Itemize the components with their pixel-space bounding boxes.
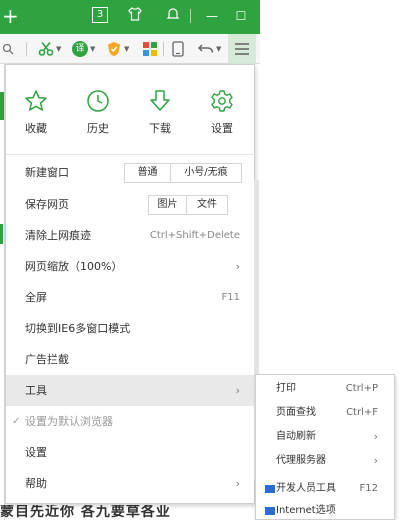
save-page-label: 保存网页 (25, 198, 69, 211)
new-window-normal-button[interactable]: 普通 (125, 164, 171, 182)
save-page-options: 图片 文件 (148, 195, 228, 215)
menu-item-fullscreen[interactable]: 全屏 F11 (6, 282, 254, 313)
translate-button[interactable]: 译 ▼ (72, 39, 95, 59)
chevron-right-icon: › (235, 260, 240, 273)
clear-traces-label: 清除上网痕迹 (25, 229, 91, 242)
new-tab-button[interactable]: + (2, 4, 19, 28)
caret-icon: ▼ (124, 45, 130, 53)
minimize-button[interactable]: — (203, 7, 221, 25)
caret-icon: ▼ (216, 45, 222, 53)
gear-icon (211, 90, 233, 112)
fullscreen-shortcut: F11 (221, 292, 240, 303)
proxy-label: 代理服务器 (276, 455, 326, 466)
menu-item-zoom[interactable]: 网页缩放（100%） › (6, 251, 254, 282)
tab-count-badge[interactable]: 3 (92, 7, 108, 23)
favorites-label: 收藏 (25, 122, 47, 135)
save-as-image-button[interactable]: 图片 (149, 196, 187, 214)
auto-refresh-label: 自动刷新 (276, 431, 316, 442)
magnifier-icon[interactable] (2, 39, 14, 59)
menu-item-ie6-mode[interactable]: 切换到IE6多窗口模式 (6, 313, 254, 344)
settings-label: 设置 (25, 446, 47, 459)
translate-icon: 译 (72, 41, 88, 57)
caret-icon: ▼ (56, 45, 62, 53)
quick-actions: 收藏 历史 下载 设置 (6, 65, 254, 155)
caret-icon: ▼ (90, 45, 96, 53)
chevron-right-icon: › (235, 384, 240, 397)
restore-button[interactable]: ☐ (232, 7, 250, 25)
devtools-label: 开发人员工具 (276, 483, 336, 494)
tools-submenu: 打印 Ctrl+P 页面查找 Ctrl+F 自动刷新 › 代理服务器 › 开发人… (255, 374, 395, 520)
menu-item-ad-block[interactable]: 广告拦截 (6, 344, 254, 375)
apps-grid-icon[interactable] (143, 39, 157, 59)
new-window-label: 新建窗口 (25, 166, 69, 179)
find-label: 页面查找 (276, 407, 316, 418)
history-label: 历史 (87, 122, 109, 135)
ie6-mode-label: 切换到IE6多窗口模式 (25, 322, 131, 335)
default-browser-label: 设置为默认浏览器 (25, 415, 113, 428)
shirt-icon[interactable] (126, 7, 144, 25)
scissors-icon[interactable]: ▼ (38, 39, 61, 59)
settings-quick-button[interactable]: 设置 (197, 89, 247, 136)
titlebar-separator (190, 9, 191, 23)
downloads-label: 下载 (149, 122, 171, 135)
submenu-item-internet-options[interactable]: Internet选项 (256, 499, 394, 520)
checkmark-icon: ✓ (12, 416, 21, 427)
hamburger-icon[interactable] (228, 34, 256, 64)
title-bar: + 3 — ☐ (0, 0, 260, 34)
clock-icon (87, 90, 109, 112)
star-icon (25, 90, 47, 111)
fullscreen-label: 全屏 (25, 291, 47, 304)
undo-icon[interactable]: ▼ (198, 39, 221, 59)
submenu-item-find[interactable]: 页面查找 Ctrl+F (256, 401, 394, 425)
downloads-button[interactable]: 下载 (135, 89, 185, 136)
new-window-options: 普通 小号/无痕 (124, 163, 242, 183)
toolbar-separator (163, 42, 164, 56)
print-label: 打印 (276, 383, 296, 394)
submenu-item-auto-refresh[interactable]: 自动刷新 › (256, 425, 394, 449)
ad-block-label: 广告拦截 (25, 353, 69, 366)
ie-icon (265, 507, 275, 515)
download-arrow-icon (150, 90, 170, 111)
page-accent-bar (0, 224, 3, 244)
devtools-icon (265, 485, 275, 493)
browser-toolbar: ▼ 译 ▼ ▼ ▼ (0, 34, 260, 64)
submenu-item-devtools[interactable]: 开发人员工具 F12 (256, 477, 394, 501)
history-button[interactable]: 历史 (73, 89, 123, 136)
save-as-file-button[interactable]: 文件 (187, 196, 227, 214)
menu-item-new-window: 新建窗口 普通 小号/无痕 (6, 157, 254, 188)
menu-item-clear-traces[interactable]: 清除上网痕迹 Ctrl+Shift+Delete (6, 220, 254, 251)
menu-item-tools[interactable]: 工具 › (6, 375, 254, 406)
browser-main-menu: 收藏 历史 下载 设置 新建窗口 普通 小号/无痕 保存网页 图片 文件 清除上… (5, 64, 255, 504)
page-accent-bar (0, 92, 4, 120)
chevron-right-icon: › (373, 454, 378, 467)
devtools-shortcut: F12 (359, 483, 378, 494)
submenu-item-proxy[interactable]: 代理服务器 › (256, 449, 394, 473)
menu-item-settings[interactable]: 设置 (6, 437, 254, 468)
menu-item-help[interactable]: 帮助 › (6, 468, 254, 499)
menu-item-default-browser[interactable]: ✓ 设置为默认浏览器 (6, 406, 254, 437)
favorites-button[interactable]: 收藏 (11, 89, 61, 136)
chevron-right-icon: › (235, 477, 240, 490)
zoom-label: 网页缩放（100%） (25, 260, 123, 273)
clear-traces-shortcut: Ctrl+Shift+Delete (149, 230, 240, 241)
background-page-text: 蒙目先近你 各九要草各业 (0, 505, 171, 520)
find-shortcut: Ctrl+F (346, 407, 378, 418)
shield-icon[interactable]: ▼ (106, 39, 129, 59)
submenu-item-print[interactable]: 打印 Ctrl+P (256, 377, 394, 401)
new-window-private-button[interactable]: 小号/无痕 (171, 164, 241, 182)
phone-icon[interactable] (172, 39, 184, 59)
menu-item-save-page: 保存网页 图片 文件 (6, 189, 254, 220)
toolbar-separator (26, 42, 27, 56)
settings-quick-label: 设置 (211, 122, 233, 135)
chevron-right-icon: › (373, 430, 378, 443)
tools-label: 工具 (25, 384, 47, 397)
help-label: 帮助 (25, 477, 47, 490)
bell-icon[interactable] (164, 7, 182, 25)
internet-options-label: Internet选项 (276, 505, 336, 516)
print-shortcut: Ctrl+P (345, 383, 378, 394)
